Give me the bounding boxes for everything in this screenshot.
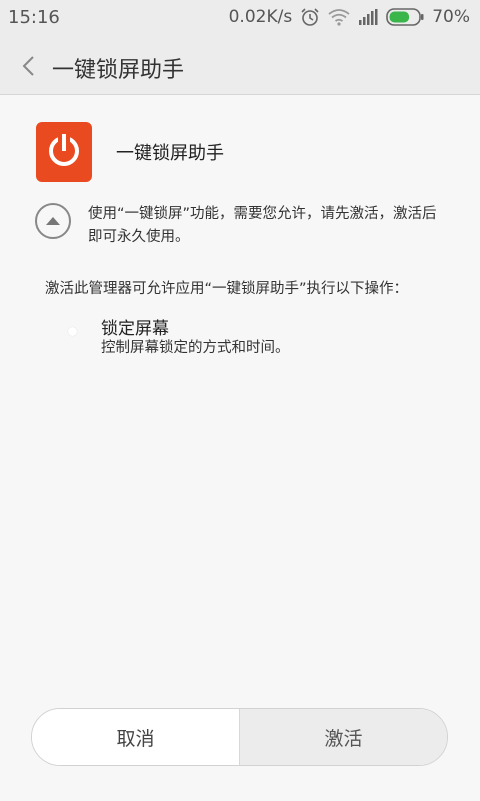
battery-percent: 70% — [432, 7, 470, 27]
bullet-dot — [68, 327, 77, 336]
battery-icon — [386, 8, 424, 26]
cancel-button[interactable]: 取消 — [32, 709, 239, 765]
network-speed: 0.02K/s — [228, 7, 293, 27]
permission-description: 控制屏幕锁定的方式和时间。 — [101, 340, 290, 356]
status-bar: 15:16 0.02K/s 70% — [0, 0, 480, 38]
app-icon — [36, 122, 92, 182]
permission-intro: 激活此管理器可允许应用“一键锁屏助手”执行以下操作： — [45, 281, 409, 297]
activate-button[interactable]: 激活 — [239, 709, 447, 765]
status-indicators: 0.02K/s 70% — [229, 7, 470, 27]
collapse-button[interactable] — [35, 203, 71, 239]
action-buttons: 取消 激活 — [31, 708, 448, 766]
triangle-up-icon — [45, 212, 61, 231]
chevron-left-icon[interactable] — [18, 54, 40, 78]
title-bar: 一键锁屏助手 — [0, 38, 480, 95]
status-time: 15:16 — [8, 7, 60, 28]
app-name: 一键锁屏助手 — [116, 143, 224, 164]
power-icon — [44, 130, 84, 174]
signal-icon — [358, 9, 378, 25]
page-title: 一键锁屏助手 — [52, 58, 185, 83]
wifi-icon — [328, 8, 350, 26]
activation-notice: 使用“一键锁屏”功能，需要您允许，请先激活，激活后即可永久使用。 — [88, 206, 437, 245]
alarm-icon — [300, 7, 320, 27]
